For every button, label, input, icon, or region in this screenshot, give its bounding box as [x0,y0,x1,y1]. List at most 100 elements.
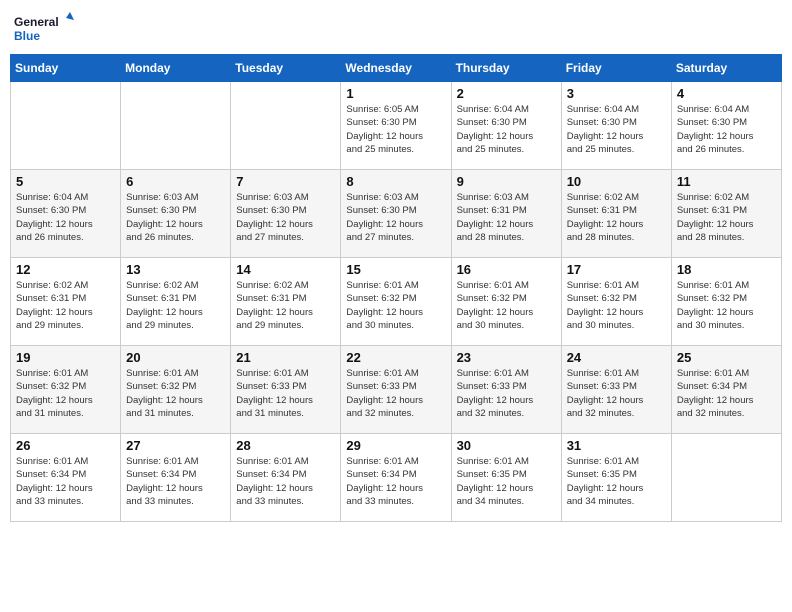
calendar-cell: 30Sunrise: 6:01 AM Sunset: 6:35 PM Dayli… [451,434,561,522]
day-header-sunday: Sunday [11,55,121,82]
day-number: 13 [126,262,225,277]
day-number: 19 [16,350,115,365]
day-number: 29 [346,438,445,453]
calendar-cell: 20Sunrise: 6:01 AM Sunset: 6:32 PM Dayli… [121,346,231,434]
cell-info: Sunrise: 6:04 AM Sunset: 6:30 PM Dayligh… [567,103,666,156]
calendar-cell: 18 Sunrise: 6:01 AM Sunset: 6:32 PM Dayli… [671,258,781,346]
cell-info: Sunrise: 6:01 AM Sunset: 6:33 PM Dayligh… [236,367,335,420]
calendar-cell: 31 Sunrise: 6:01 AM Sunset: 6:35 PM Dayli… [561,434,671,522]
cell-info: Sunrise: 6:02 AM Sunset: 6:31 PM Dayligh… [126,279,225,332]
calendar-cell: 10 Sunrise: 6:02 AM Sunset: 6:31 PM Dayli… [561,170,671,258]
calendar-cell: 11 Sunrise: 6:02 AM Sunset: 6:31 PM Dayli… [671,170,781,258]
day-number: 30 [457,438,556,453]
day-number: 15 [346,262,445,277]
calendar-cell [121,82,231,170]
week-row-5: 26 Sunrise: 6:01 AM Sunset: 6:34 PM Dayli… [11,434,782,522]
day-number: 5 [16,174,115,189]
cell-info: Sunrise: 6:01 AM Sunset: 6:32 PM Dayligh… [567,279,666,332]
cell-info: Sunrise: 6:01 AM Sunset: 6:32 PM Dayligh… [346,279,445,332]
calendar-cell: 4Sunrise: 6:04 AM Sunset: 6:30 PM Daylig… [671,82,781,170]
week-row-3: 12 Sunrise: 6:02 AM Sunset: 6:31 PM Dayli… [11,258,782,346]
cell-info: Sunrise: 6:03 AM Sunset: 6:30 PM Dayligh… [126,191,225,244]
day-number: 27 [126,438,225,453]
calendar-cell: 7Sunrise: 6:03 AM Sunset: 6:30 PM Daylig… [231,170,341,258]
day-header-saturday: Saturday [671,55,781,82]
day-number: 17 [567,262,666,277]
calendar-cell: 5 Sunrise: 6:04 AM Sunset: 6:30 PM Daylig… [11,170,121,258]
week-row-2: 5 Sunrise: 6:04 AM Sunset: 6:30 PM Daylig… [11,170,782,258]
cell-info: Sunrise: 6:03 AM Sunset: 6:30 PM Dayligh… [346,191,445,244]
day-number: 1 [346,86,445,101]
page-header: General Blue [10,10,782,46]
calendar-cell: 19 Sunrise: 6:01 AM Sunset: 6:32 PM Dayli… [11,346,121,434]
calendar-cell: 14 Sunrise: 6:02 AM Sunset: 6:31 PM Dayli… [231,258,341,346]
calendar-cell: 9 Sunrise: 6:03 AM Sunset: 6:31 PM Daylig… [451,170,561,258]
day-number: 16 [457,262,556,277]
calendar-cell: 2 Sunrise: 6:04 AM Sunset: 6:30 PM Daylig… [451,82,561,170]
cell-info: Sunrise: 6:03 AM Sunset: 6:31 PM Dayligh… [457,191,556,244]
day-number: 9 [457,174,556,189]
logo-svg: General Blue [14,10,74,46]
cell-info: Sunrise: 6:01 AM Sunset: 6:34 PM Dayligh… [346,455,445,508]
day-number: 22 [346,350,445,365]
cell-info: Sunrise: 6:05 AM Sunset: 6:30 PM Dayligh… [346,103,445,156]
calendar-cell [11,82,121,170]
calendar-cell: 15 Sunrise: 6:01 AM Sunset: 6:32 PM Dayli… [341,258,451,346]
calendar-table: SundayMondayTuesdayWednesdayThursdayFrid… [10,54,782,522]
day-header-wednesday: Wednesday [341,55,451,82]
day-number: 26 [16,438,115,453]
cell-info: Sunrise: 6:01 AM Sunset: 6:35 PM Dayligh… [567,455,666,508]
cell-info: Sunrise: 6:01 AM Sunset: 6:32 PM Dayligh… [126,367,225,420]
svg-text:Blue: Blue [14,29,40,43]
day-number: 4 [677,86,776,101]
calendar-cell: 27 Sunrise: 6:01 AM Sunset: 6:34 PM Dayli… [121,434,231,522]
cell-info: Sunrise: 6:04 AM Sunset: 6:30 PM Dayligh… [16,191,115,244]
day-number: 23 [457,350,556,365]
calendar-cell: 6 Sunrise: 6:03 AM Sunset: 6:30 PM Daylig… [121,170,231,258]
calendar-cell: 12Sunrise: 6:02 AM Sunset: 6:31 PM Dayli… [11,258,121,346]
day-number: 2 [457,86,556,101]
calendar-cell: 1 Sunrise: 6:05 AM Sunset: 6:30 PM Daylig… [341,82,451,170]
cell-info: Sunrise: 6:01 AM Sunset: 6:32 PM Dayligh… [677,279,776,332]
cell-info: Sunrise: 6:03 AM Sunset: 6:30 PM Dayligh… [236,191,335,244]
day-header-thursday: Thursday [451,55,561,82]
week-row-4: 19 Sunrise: 6:01 AM Sunset: 6:32 PM Dayli… [11,346,782,434]
day-number: 24 [567,350,666,365]
cell-info: Sunrise: 6:01 AM Sunset: 6:34 PM Dayligh… [236,455,335,508]
cell-info: Sunrise: 6:01 AM Sunset: 6:33 PM Dayligh… [567,367,666,420]
cell-info: Sunrise: 6:04 AM Sunset: 6:30 PM Dayligh… [457,103,556,156]
day-number: 11 [677,174,776,189]
day-number: 25 [677,350,776,365]
cell-info: Sunrise: 6:01 AM Sunset: 6:33 PM Dayligh… [457,367,556,420]
calendar-cell: 28 Sunrise: 6:01 AM Sunset: 6:34 PM Dayli… [231,434,341,522]
day-number: 3 [567,86,666,101]
cell-info: Sunrise: 6:02 AM Sunset: 6:31 PM Dayligh… [236,279,335,332]
day-number: 12 [16,262,115,277]
cell-info: Sunrise: 6:01 AM Sunset: 6:34 PM Dayligh… [16,455,115,508]
day-number: 31 [567,438,666,453]
calendar-cell: 25Sunrise: 6:01 AM Sunset: 6:34 PM Dayli… [671,346,781,434]
cell-info: Sunrise: 6:01 AM Sunset: 6:33 PM Dayligh… [346,367,445,420]
day-number: 8 [346,174,445,189]
calendar-cell: 13 Sunrise: 6:02 AM Sunset: 6:31 PM Dayli… [121,258,231,346]
day-header-monday: Monday [121,55,231,82]
calendar-cell: 26 Sunrise: 6:01 AM Sunset: 6:34 PM Dayli… [11,434,121,522]
day-number: 14 [236,262,335,277]
cell-info: Sunrise: 6:01 AM Sunset: 6:32 PM Dayligh… [457,279,556,332]
day-number: 10 [567,174,666,189]
calendar-cell: 29 Sunrise: 6:01 AM Sunset: 6:34 PM Dayli… [341,434,451,522]
day-number: 6 [126,174,225,189]
calendar-cell: 17 Sunrise: 6:01 AM Sunset: 6:32 PM Dayli… [561,258,671,346]
day-header-friday: Friday [561,55,671,82]
calendar-header-row: SundayMondayTuesdayWednesdayThursdayFrid… [11,55,782,82]
day-number: 28 [236,438,335,453]
cell-info: Sunrise: 6:01 AM Sunset: 6:32 PM Dayligh… [16,367,115,420]
day-number: 18 [677,262,776,277]
cell-info: Sunrise: 6:02 AM Sunset: 6:31 PM Dayligh… [567,191,666,244]
cell-info: Sunrise: 6:01 AM Sunset: 6:34 PM Dayligh… [126,455,225,508]
cell-info: Sunrise: 6:02 AM Sunset: 6:31 PM Dayligh… [677,191,776,244]
day-number: 21 [236,350,335,365]
calendar-cell: 23 Sunrise: 6:01 AM Sunset: 6:33 PM Dayli… [451,346,561,434]
calendar-cell [231,82,341,170]
calendar-cell [671,434,781,522]
